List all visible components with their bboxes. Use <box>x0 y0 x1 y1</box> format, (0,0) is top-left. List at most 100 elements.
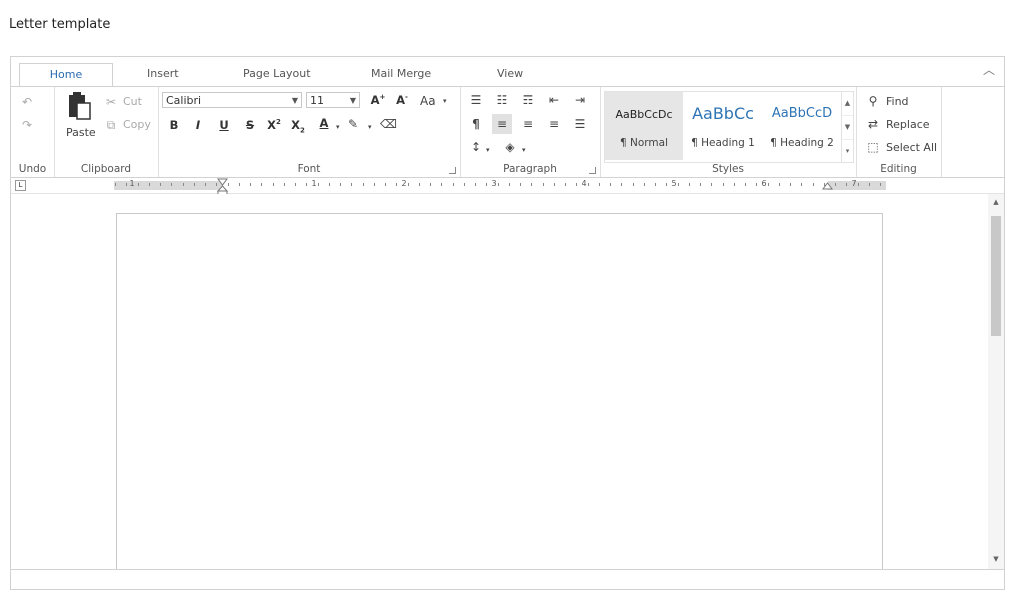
vertical-scrollbar[interactable]: ▲ ▼ <box>988 194 1004 569</box>
ruler-tick <box>678 183 679 186</box>
ruler-tick <box>126 183 127 186</box>
ruler-tick <box>869 183 870 186</box>
subscript-button[interactable]: X2 <box>290 118 306 134</box>
ruler-tick <box>363 183 364 186</box>
chevron-down-icon: ▼ <box>291 96 298 105</box>
show-formatting-icon[interactable]: ¶ <box>468 117 484 131</box>
style-heading-1[interactable]: AaBbCc ¶ Heading 1 <box>684 92 762 160</box>
align-left-icon[interactable]: ≡ <box>492 114 512 134</box>
page-title: Letter template <box>9 17 111 32</box>
decrease-indent-icon[interactable]: ⇤ <box>546 93 562 107</box>
tab-view[interactable]: View <box>497 67 523 80</box>
grow-font-button[interactable]: A+ <box>370 93 386 107</box>
chevron-down-icon[interactable]: ▾ <box>368 120 372 134</box>
ruler-tick <box>689 183 690 186</box>
ruler-tick <box>306 183 307 186</box>
ruler-tick <box>565 183 566 186</box>
tab-mail-merge[interactable]: Mail Merge <box>371 67 431 80</box>
bold-button[interactable]: B <box>166 118 182 132</box>
style-preview: AaBbCc <box>692 104 754 123</box>
ruler-tick <box>610 183 611 186</box>
ruler-tick <box>183 183 184 186</box>
ruler-tick <box>711 183 712 186</box>
undo-icon[interactable]: ↶ <box>20 95 34 109</box>
replace-button[interactable]: Replace <box>886 118 930 131</box>
collapse-ribbon-icon[interactable]: ︿ <box>982 61 996 77</box>
shading-icon[interactable]: ◈ <box>502 140 518 154</box>
ruler-tick <box>138 183 139 186</box>
scroll-up-icon[interactable]: ▲ <box>988 198 1004 210</box>
select-all-button[interactable]: Select All <box>886 141 937 154</box>
editing-group-label: Editing <box>880 163 917 175</box>
ruler-tick <box>419 183 420 186</box>
select-all-icon: ⬚ <box>867 140 879 154</box>
tab-home[interactable]: Home <box>19 63 113 88</box>
cut-button[interactable]: Cut <box>123 95 142 108</box>
shrink-font-button[interactable]: A- <box>394 93 410 107</box>
chevron-down-icon[interactable]: ▾ <box>443 94 447 108</box>
ruler-tick <box>295 183 296 186</box>
align-center-icon[interactable]: ≡ <box>520 117 536 131</box>
numbering-icon[interactable]: ☷ <box>494 93 510 107</box>
strikethrough-button[interactable]: S <box>242 118 258 132</box>
style-preview: AaBbCcDc <box>615 108 673 121</box>
style-heading-2[interactable]: AaBbCcD ¶ Heading 2 <box>763 92 841 160</box>
chevron-down-icon[interactable]: ▾ <box>486 143 490 157</box>
font-family-select[interactable]: Calibri ▼ <box>162 92 302 108</box>
justify-icon[interactable]: ☰ <box>572 117 588 131</box>
ruler-tick <box>396 183 397 186</box>
redo-icon[interactable]: ↷ <box>20 118 34 132</box>
bullets-icon[interactable]: ☰ <box>468 93 484 107</box>
clear-formatting-icon[interactable]: ⌫ <box>380 117 397 131</box>
increase-indent-icon[interactable]: ⇥ <box>572 93 588 107</box>
tab-insert[interactable]: Insert <box>147 67 179 80</box>
style-name: ¶ Heading 2 <box>770 137 834 149</box>
paragraph-dialog-launcher[interactable] <box>589 167 596 174</box>
highlight-icon[interactable]: ✎ <box>348 117 358 131</box>
change-case-button[interactable]: Aa <box>420 94 436 108</box>
ruler-number: 3 <box>491 179 497 188</box>
find-button[interactable]: Find <box>886 95 909 108</box>
font-size-select[interactable]: 11 ▼ <box>306 92 360 108</box>
ruler-number: 1 <box>129 179 135 188</box>
ruler-tick <box>385 183 386 186</box>
multilevel-list-icon[interactable]: ☶ <box>520 93 536 107</box>
ruler-tick <box>194 183 195 186</box>
ruler-tick <box>250 183 251 186</box>
right-indent-marker[interactable] <box>822 182 834 194</box>
ruler-tick <box>576 183 577 186</box>
copy-button[interactable]: Copy <box>123 118 151 131</box>
superscript-button[interactable]: X2 <box>266 118 282 132</box>
ruler-tick <box>599 183 600 186</box>
line-spacing-icon[interactable]: ↕ <box>468 140 484 154</box>
styles-gallery-scroll: ▲ ▼ ▾ <box>841 91 854 163</box>
ruler-number: 7 <box>851 179 857 188</box>
rich-text-editor: Home Insert Page Layout Mail Merge View … <box>10 56 1005 590</box>
scroll-down-icon[interactable]: ▼ <box>988 555 1004 567</box>
ruler-tick <box>430 183 431 186</box>
ruler-tick <box>239 183 240 186</box>
tab-stop-selector[interactable]: L <box>15 180 26 191</box>
chevron-down-icon[interactable]: ▼ <box>842 116 853 140</box>
chevron-down-icon[interactable]: ▾ <box>336 120 340 134</box>
ruler-tick <box>723 183 724 186</box>
scrollbar-thumb[interactable] <box>991 216 1001 336</box>
style-name: ¶ Normal <box>619 137 668 149</box>
ruler-tick <box>621 183 622 186</box>
italic-button[interactable]: I <box>190 118 206 132</box>
expand-gallery-icon[interactable]: ▾ <box>842 140 853 163</box>
document-area: ▲ ▼ <box>11 194 1004 569</box>
underline-button[interactable]: U <box>216 118 232 132</box>
style-normal[interactable]: AaBbCcDc ¶ Normal <box>605 92 683 160</box>
ruler-tick <box>374 183 375 186</box>
font-color-button[interactable]: A <box>316 116 332 130</box>
chevron-down-icon[interactable]: ▾ <box>522 143 526 157</box>
chevron-up-icon[interactable]: ▲ <box>842 92 853 116</box>
ruler-tick <box>408 183 409 186</box>
align-right-icon[interactable]: ≡ <box>546 117 562 131</box>
document-page[interactable] <box>116 213 883 569</box>
paste-button[interactable]: Paste <box>62 91 96 141</box>
font-dialog-launcher[interactable] <box>449 167 456 174</box>
tab-page-layout[interactable]: Page Layout <box>243 67 311 80</box>
ruler-tick <box>453 183 454 186</box>
